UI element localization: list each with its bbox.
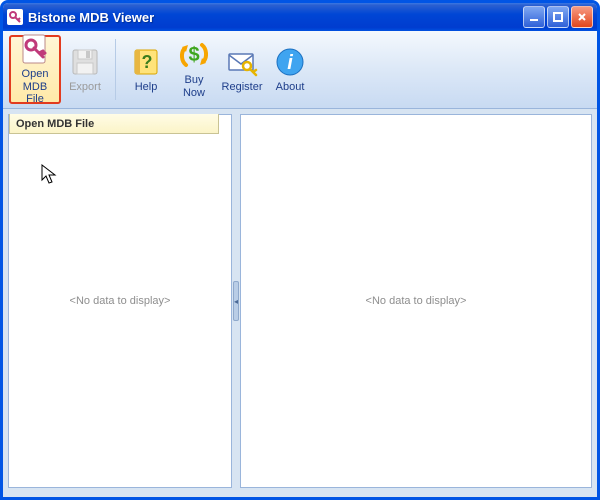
left-empty-message: <No data to display>: [9, 115, 231, 487]
titlebar[interactable]: Bistone MDB Viewer: [3, 3, 597, 31]
dollar-arrows-icon: $: [178, 39, 210, 71]
buy-now-label: Buy Now: [173, 74, 215, 99]
info-icon: i: [274, 46, 306, 78]
about-label: About: [276, 81, 305, 94]
toolbar-separator: [115, 39, 116, 100]
statusbar: [3, 493, 597, 497]
window-controls: [523, 6, 593, 28]
register-label: Register: [222, 81, 263, 94]
close-button[interactable]: [571, 6, 593, 28]
splitter[interactable]: ◂: [232, 114, 240, 488]
maximize-button[interactable]: [547, 6, 569, 28]
content-area: ▸ Open MDB File <No data to display> ◂ <…: [3, 109, 597, 493]
floppy-icon: [69, 46, 101, 78]
splitter-handle-icon: ◂: [233, 281, 239, 321]
window-title: Bistone MDB Viewer: [28, 10, 523, 25]
buy-now-button[interactable]: $ Buy Now: [170, 35, 218, 104]
right-pane: <No data to display>: [240, 114, 592, 488]
svg-text:?: ?: [142, 52, 153, 72]
right-empty-message: <No data to display>: [241, 115, 591, 487]
about-button[interactable]: i About: [266, 35, 314, 104]
app-icon: [7, 9, 23, 25]
app-window: Bistone MDB Viewer Open MDB File Export …: [0, 0, 600, 500]
export-label: Export: [69, 81, 101, 94]
svg-text:$: $: [188, 44, 199, 66]
key-file-icon: [19, 33, 51, 65]
help-button[interactable]: ? Help: [122, 35, 170, 104]
help-icon: ?: [130, 46, 162, 78]
minimize-button[interactable]: [523, 6, 545, 28]
open-mdb-button[interactable]: Open MDB File: [9, 35, 61, 104]
tab-active[interactable]: Open MDB File: [9, 114, 219, 134]
envelope-key-icon: [226, 46, 258, 78]
help-label: Help: [135, 81, 158, 94]
register-button[interactable]: Register: [218, 35, 266, 104]
export-button[interactable]: Export: [61, 35, 109, 104]
toolbar: Open MDB File Export ? Help $ Buy Now Re…: [3, 31, 597, 109]
open-mdb-label: Open MDB File: [13, 68, 57, 106]
left-pane: ▸ Open MDB File <No data to display>: [8, 114, 232, 488]
svg-text:i: i: [287, 52, 293, 74]
tab-active-label: Open MDB File: [16, 118, 94, 130]
